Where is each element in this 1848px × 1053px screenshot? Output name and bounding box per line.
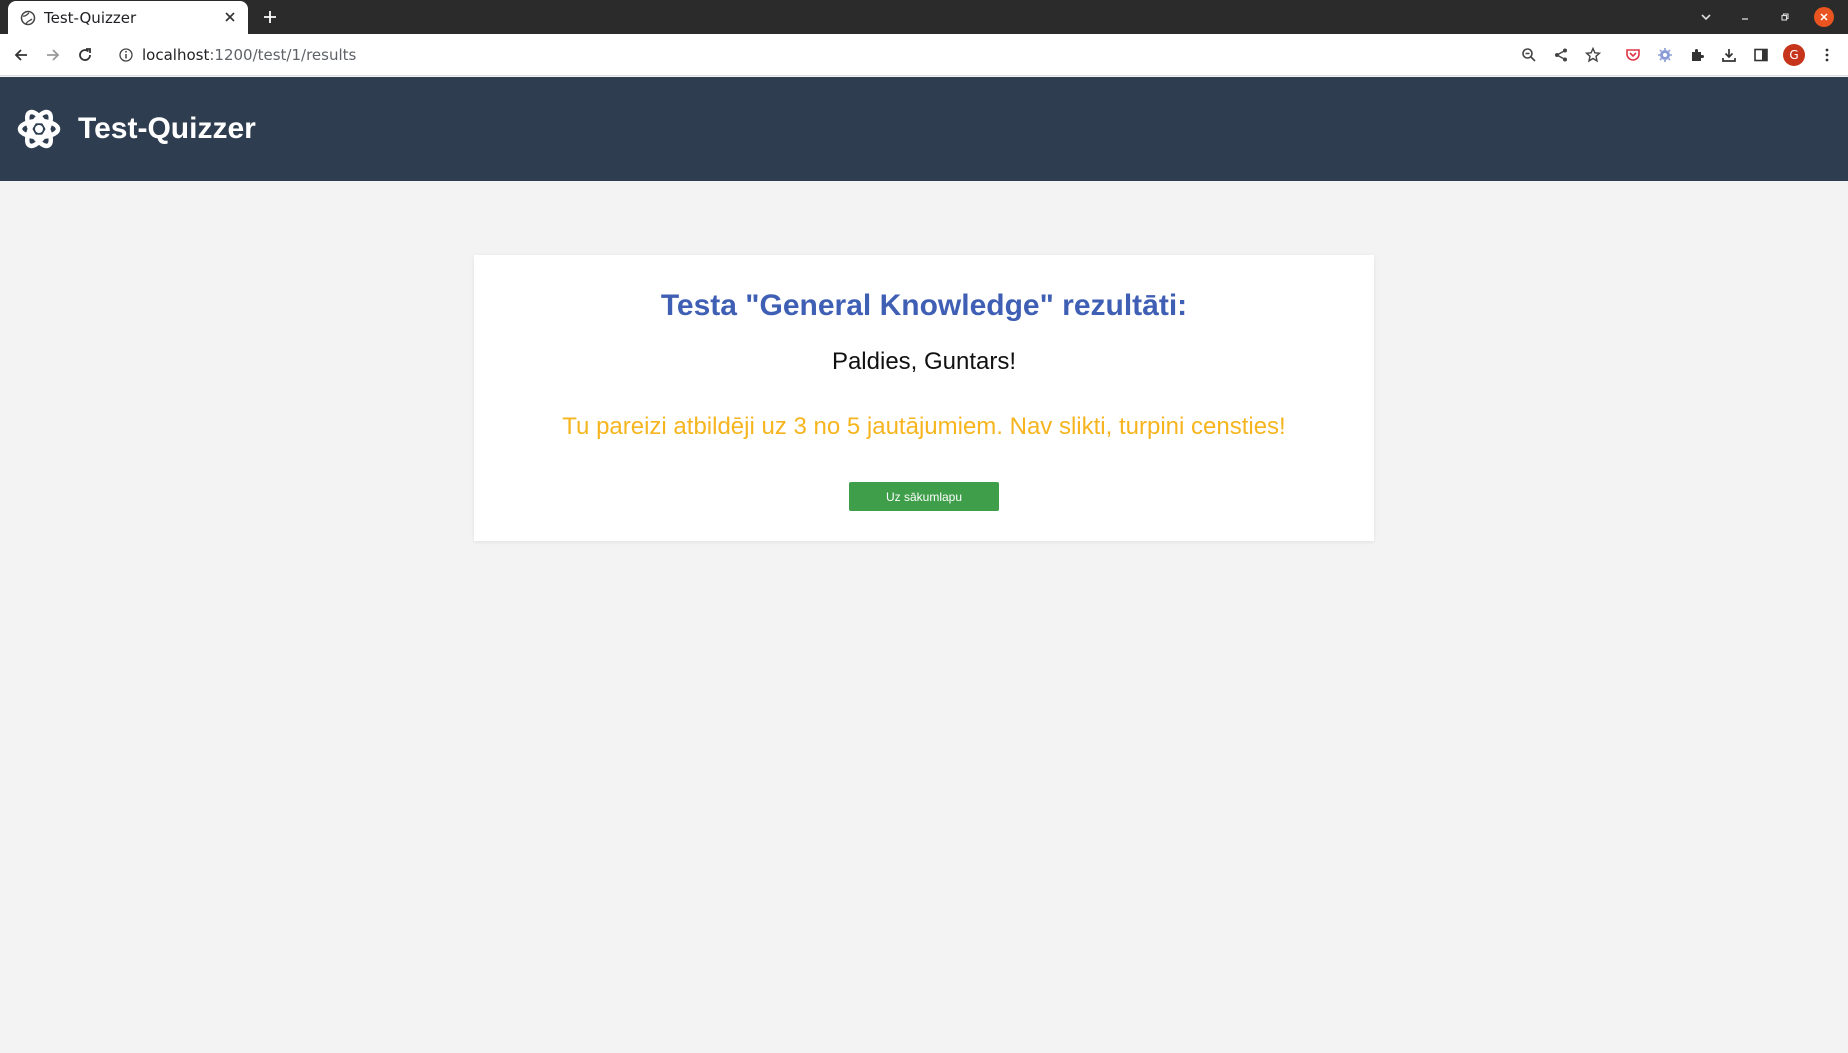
results-heading: Testa "General Knowledge" rezultāti:	[660, 289, 1188, 322]
side-panel-icon[interactable]	[1749, 43, 1773, 67]
share-icon[interactable]	[1549, 43, 1573, 67]
pocket-extension-icon[interactable]	[1621, 43, 1645, 67]
home-button[interactable]: Uz sākumlapu	[849, 482, 999, 511]
download-icon[interactable]	[1717, 43, 1741, 67]
close-window-icon[interactable]	[1814, 7, 1834, 27]
site-info-icon[interactable]	[118, 47, 134, 63]
restore-icon[interactable]	[1775, 7, 1795, 27]
tab-title: Test-Quizzer	[44, 8, 137, 27]
app-title: Test-Quizzer	[78, 112, 256, 145]
results-card: Testa "General Knowledge" rezultāti: Pal…	[474, 255, 1374, 541]
browser-toolbar: localhost:1200/test/1/results G	[0, 34, 1848, 76]
extensions-puzzle-icon[interactable]	[1685, 43, 1709, 67]
browser-tabstrip: Test-Quizzer	[0, 0, 1848, 34]
bookmark-star-icon[interactable]	[1581, 43, 1605, 67]
tab-search-icon[interactable]	[1696, 7, 1716, 27]
atom-logo-icon	[15, 105, 63, 153]
back-icon[interactable]	[9, 43, 33, 67]
forward-icon[interactable]	[41, 43, 65, 67]
zoom-icon[interactable]	[1517, 43, 1541, 67]
browser-tab[interactable]: Test-Quizzer	[8, 1, 248, 34]
minimize-icon[interactable]	[1735, 7, 1755, 27]
close-tab-icon[interactable]	[222, 9, 238, 25]
menu-kebab-icon[interactable]	[1815, 43, 1839, 67]
thanks-message: Paldies, Guntars!	[831, 348, 1017, 375]
score-message: Tu pareizi atbildēji uz 3 no 5 jautājumi…	[562, 413, 1286, 440]
new-tab-icon[interactable]	[260, 7, 280, 27]
address-bar[interactable]: localhost:1200/test/1/results	[110, 39, 1822, 71]
globe-icon	[20, 10, 36, 26]
app-header: Test-Quizzer	[0, 77, 1848, 181]
url-text: localhost:1200/test/1/results	[142, 46, 357, 64]
profile-avatar[interactable]: G	[1783, 44, 1805, 66]
gear-extension-icon[interactable]	[1653, 43, 1677, 67]
reload-icon[interactable]	[73, 43, 97, 67]
